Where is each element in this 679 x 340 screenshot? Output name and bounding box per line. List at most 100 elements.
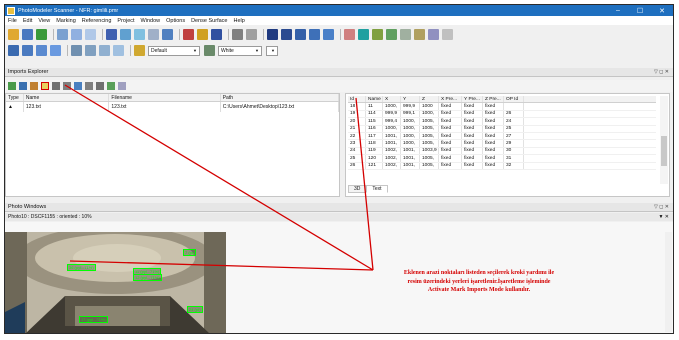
photo-scrollbar[interactable]	[665, 232, 672, 332]
new-project-icon[interactable]	[8, 28, 19, 40]
first-icon[interactable]	[52, 82, 60, 90]
column-z-precision[interactable]: Z Pre...	[483, 96, 504, 103]
column-y[interactable]: Y	[401, 96, 420, 103]
scroll-thumb[interactable]	[661, 136, 667, 166]
column-id[interactable]: Id	[348, 96, 366, 103]
menu-file[interactable]: File	[8, 18, 17, 24]
column-name[interactable]: Name	[366, 96, 383, 103]
import-file-icon[interactable]	[8, 82, 16, 90]
scale-icon[interactable]	[414, 28, 425, 40]
edit-tool-icon[interactable]	[183, 28, 194, 40]
layout-icon[interactable]	[71, 45, 82, 56]
texture-icon[interactable]	[358, 28, 369, 40]
surface-icon[interactable]	[344, 28, 355, 40]
menu-referencing[interactable]: Referencing	[82, 18, 112, 24]
save-project-icon[interactable]	[36, 28, 47, 40]
table-row[interactable]: 26 121 1002, 1001, 1005, fixed fixed fixed 32	[348, 162, 656, 170]
shape-4-icon[interactable]	[309, 28, 320, 40]
display-settings-icon[interactable]	[134, 45, 145, 56]
column-y-precision[interactable]: Y Pre...	[462, 96, 483, 103]
measure-icon[interactable]	[400, 28, 411, 40]
tab-text[interactable]: Text	[366, 185, 388, 193]
marker-label[interactable]: 36 (pyl...71%)	[67, 264, 96, 271]
view-3-icon[interactable]	[36, 45, 47, 56]
chevron-down-icon[interactable]: ▼ ✕	[658, 214, 669, 220]
menu-options[interactable]: Options	[166, 18, 185, 24]
view-3d-icon[interactable]	[428, 28, 439, 40]
photo-icon[interactable]	[71, 28, 82, 40]
column-name[interactable]: Name	[24, 94, 110, 101]
shape-3-icon[interactable]	[295, 28, 306, 40]
menu-marking[interactable]: Marking	[56, 18, 76, 24]
process-icon[interactable]	[197, 28, 208, 40]
photo-image[interactable]: 7 (pt) 36 (pyl...71%) 11 (pyl...71%) 12 …	[5, 232, 226, 333]
tab-3d[interactable]: 3D	[348, 185, 367, 193]
photo-tab[interactable]: Photo10 : DSCF1155 : oriented : 10% ▼ ✕	[5, 213, 673, 221]
menu-window[interactable]: Window	[141, 18, 161, 24]
table-row[interactable]: 25 120 1002, 1001, 1005, fixed fixed fixed 31	[348, 155, 656, 163]
last-icon[interactable]	[96, 82, 104, 90]
display-combo[interactable]: Default ▼	[148, 45, 200, 56]
marker-label[interactable]: 17 (pyl...71%)	[79, 316, 108, 323]
quality-icon[interactable]	[211, 28, 222, 40]
maximize-button[interactable]: ☐	[629, 5, 651, 16]
menu-edit[interactable]: Edit	[23, 18, 32, 24]
color-combo[interactable]: White ▼	[218, 45, 262, 56]
menu-dense-surface[interactable]: Dense Surface	[191, 18, 227, 24]
pan-icon[interactable]	[113, 45, 124, 56]
panel-controls[interactable]: ▽ ◻ ✕	[654, 69, 669, 75]
mark-lines-icon[interactable]	[120, 28, 131, 40]
table-row[interactable]: 20 115 999,4 1000, 1005, fixed fixed fixed 24	[348, 118, 656, 126]
options-icon[interactable]	[118, 82, 126, 90]
color-icon[interactable]	[204, 45, 215, 56]
minimize-button[interactable]: –	[607, 5, 629, 16]
close-button[interactable]: ✕	[651, 5, 673, 16]
marker-label[interactable]: 12 (pyl...71%)	[133, 274, 162, 281]
table-row[interactable]: 24 119 1002, 1001, 1003,9 fixed fixed fixed 30	[348, 147, 656, 156]
column-op-id[interactable]: OP Id	[504, 96, 524, 103]
activate-mark-imports-icon[interactable]	[41, 82, 49, 90]
shape-5-icon[interactable]	[323, 28, 334, 40]
import-edit-icon[interactable]	[19, 82, 27, 90]
view-2-icon[interactable]	[22, 45, 33, 56]
column-path[interactable]: Path	[221, 94, 339, 101]
view-4-icon[interactable]	[50, 45, 61, 56]
previous-icon[interactable]	[63, 82, 71, 90]
mark-edges-icon[interactable]	[148, 28, 159, 40]
shape-1-icon[interactable]	[267, 28, 278, 40]
marker-label[interactable]: 7 (pt)	[183, 249, 197, 256]
referencing-icon[interactable]	[162, 28, 173, 40]
next-icon[interactable]	[85, 82, 93, 90]
table-row[interactable]: 19 114 999,9 999,1 1000, fixed fixed fixed 26	[348, 110, 656, 119]
column-type[interactable]: Type	[6, 94, 24, 101]
column-x[interactable]: X	[383, 96, 401, 103]
add-icon[interactable]	[107, 82, 115, 90]
dxf-icon[interactable]	[372, 28, 383, 40]
import-points-icon[interactable]	[30, 82, 38, 90]
points-scrollbar[interactable]	[660, 96, 668, 184]
table-row[interactable]: 23 118 1001, 1000, 1005, fixed fixed fixed 29	[348, 140, 656, 148]
current-icon[interactable]	[74, 82, 82, 90]
column-z[interactable]: Z	[420, 96, 439, 103]
panel-controls[interactable]: ▽ ◻ ✕	[654, 204, 669, 210]
extra-combo[interactable]: ▼	[266, 45, 278, 56]
export-icon[interactable]	[386, 28, 397, 40]
camera-icon[interactable]	[57, 28, 68, 40]
table-row[interactable]: ▲ 123.txt 123.txt C:\Users\Ahmet\Desktop…	[6, 102, 339, 112]
column-filename[interactable]: Filename	[109, 94, 221, 101]
menu-project[interactable]: Project	[117, 18, 134, 24]
table-icon[interactable]	[246, 28, 257, 40]
menu-help[interactable]: Help	[233, 18, 244, 24]
grid-icon[interactable]	[232, 28, 243, 40]
table-row[interactable]: 22 117 1001, 1000, 1005, fixed fixed fixed 27	[348, 132, 656, 141]
table-row[interactable]: 21 116 1000, 1000, 1005, fixed fixed fixed 25	[348, 125, 656, 133]
settings-icon[interactable]	[442, 28, 453, 40]
table-row[interactable]: 18 11 1000, 999,9 1000 fixed fixed fixed	[348, 103, 656, 111]
zoom-icon[interactable]	[99, 45, 110, 56]
open-project-icon[interactable]	[22, 28, 33, 40]
view-1-icon[interactable]	[8, 45, 19, 56]
menu-view[interactable]: View	[38, 18, 50, 24]
mark-points-icon[interactable]	[106, 28, 117, 40]
photo-table-icon[interactable]	[85, 28, 96, 40]
split-icon[interactable]	[85, 45, 96, 56]
